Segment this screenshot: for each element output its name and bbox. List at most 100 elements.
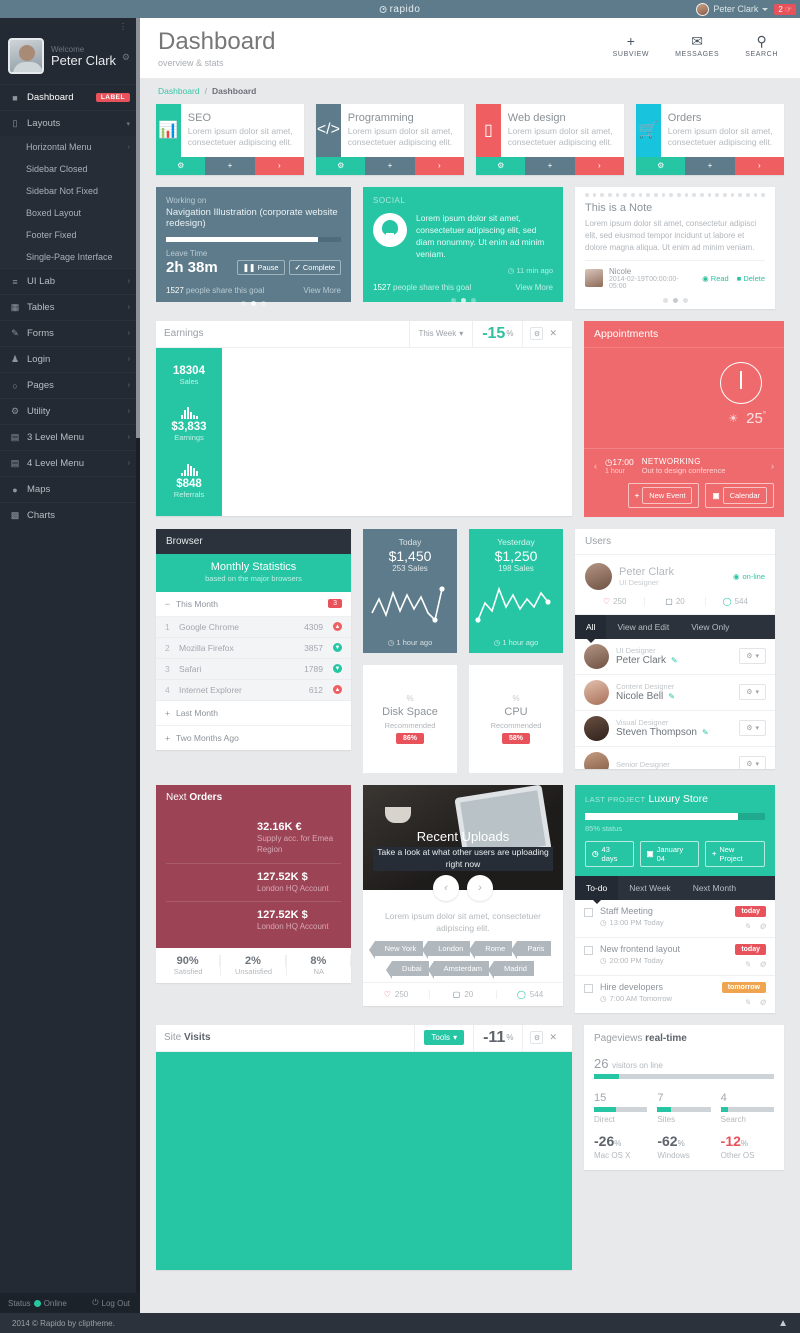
carousel-dots[interactable] [166, 300, 341, 306]
row-settings-button[interactable]: ⚙ ▾ [739, 684, 766, 701]
table-row[interactable]: 2 Mozilla Firefox 3857 ▼ [156, 637, 351, 659]
close-icon[interactable]: ✕ [549, 328, 557, 339]
tab-view-and-edit[interactable]: View and Edit [606, 615, 680, 639]
sidebar-item-utility[interactable]: ⚙ Utility › [0, 398, 140, 424]
chevron-right-icon[interactable]: › [414, 156, 464, 175]
edit-icon[interactable]: ✎ [671, 656, 678, 665]
tile-programming[interactable]: </> Programming Lorem ipsum dolor sit am… [316, 104, 464, 175]
sidebar-item-dashboard[interactable]: ■ Dashboard LABEL [0, 84, 140, 110]
prev-icon[interactable]: ‹ [594, 461, 597, 471]
settings-icon[interactable]: ⚙ [156, 156, 206, 175]
view-more-link[interactable]: View More [303, 286, 341, 295]
sidebar-scrollbar[interactable] [136, 18, 140, 1313]
accordion-two-months-ago[interactable]: + Two Months Ago [156, 726, 351, 750]
tools-button[interactable]: Tools ▾ [424, 1030, 465, 1046]
plus-icon[interactable]: + [205, 156, 255, 175]
accordion-this-month[interactable]: − This Month 3 [156, 592, 351, 617]
sidebar-item-charts[interactable]: ▩ Charts [0, 502, 140, 528]
new-event-button[interactable]: + New Event [627, 482, 700, 508]
table-row[interactable]: 1 Google Chrome 4309 ▲ [156, 616, 351, 638]
list-item[interactable]: Visual Designer Steven Thompson ✎ ⚙ ▾ [575, 711, 775, 747]
order-item[interactable]: 127.52K $ London HQ Account [166, 864, 341, 903]
range-selector[interactable]: This Week ▾ [408, 320, 473, 347]
tag[interactable]: Paris [511, 940, 552, 959]
brand-logo[interactable]: rapido [379, 4, 421, 15]
table-row[interactable]: 4 Internet Explorer 612 ▲ [156, 679, 351, 701]
sidebar-subitem-boxed-layout[interactable]: Boxed Layout [0, 202, 140, 224]
todo-item[interactable]: New frontend layout ◷ 20:00 PM Today toda… [575, 938, 775, 976]
search-button[interactable]: ⚲ SEARCH [745, 34, 778, 58]
scroll-top-button[interactable]: ▲ [778, 1318, 788, 1329]
sidebar-profile[interactable]: Welcome Peter Clark ⚙ [0, 32, 140, 84]
row-settings-button[interactable]: ⚙ ▾ [739, 720, 766, 737]
read-button[interactable]: ◉ Read [702, 274, 729, 283]
plus-icon[interactable]: + [525, 156, 575, 175]
gear-icon[interactable]: ⚙ [122, 52, 130, 63]
chevron-right-icon[interactable]: › [574, 156, 624, 175]
close-icon[interactable]: ✕ [549, 1032, 557, 1043]
row-settings-button[interactable]: ⚙ ▾ [739, 648, 766, 665]
tag[interactable]: Dubai [386, 960, 429, 979]
tile-web-design[interactable]: ▯ Web design Lorem ipsum dolor sit amet,… [476, 104, 624, 175]
table-row[interactable]: 3 Safari 1789 ▼ [156, 658, 351, 680]
tag[interactable]: London [422, 940, 471, 959]
chevron-right-icon[interactable]: › [734, 156, 784, 175]
sidebar-subitem-sidebar-closed[interactable]: Sidebar Closed [0, 158, 140, 180]
tab-all[interactable]: All [575, 614, 607, 643]
carousel-dots[interactable] [585, 297, 765, 303]
edit-icon[interactable]: ✎ [744, 960, 751, 969]
settings-icon[interactable]: ⚙ [530, 327, 544, 341]
sidebar-item-tables[interactable]: ▦ Tables › [0, 294, 140, 320]
list-item[interactable]: UI Designer Peter Clark ✎ ⚙ ▾ [575, 639, 775, 675]
pause-button[interactable]: ❚❚ Pause [236, 259, 285, 275]
edit-icon[interactable]: ✎ [744, 922, 751, 931]
accordion-last-month[interactable]: + Last Month [156, 701, 351, 726]
sidebar-item-login[interactable]: ♟ Login › [0, 346, 140, 372]
logout-button[interactable]: ⏻ Log Out [92, 1298, 140, 1308]
delete-button[interactable]: ■ Delete [737, 274, 765, 283]
settings-icon[interactable]: ⚙ [476, 156, 526, 175]
subview-button[interactable]: + SUBVIEW [613, 34, 649, 58]
sidebar-item-3-level-menu[interactable]: ▤ 3 Level Menu › [0, 424, 140, 450]
sidebar-subitem-horizontal-menu[interactable]: Horizontal Menu › [0, 136, 140, 158]
tile-seo[interactable]: 📊 SEO Lorem ipsum dolor sit amet, consec… [156, 104, 304, 175]
view-more-link[interactable]: View More [515, 283, 553, 292]
settings-icon[interactable]: ⚙ [530, 1031, 544, 1045]
todo-item[interactable]: Hire developers ◷ 7:00 AM Tomorrow tomorr… [575, 976, 775, 1013]
settings-icon[interactable]: ⚙ [316, 156, 366, 175]
order-item[interactable]: 32.16K € Supply acc. for Emea Region [166, 814, 341, 864]
trash-icon[interactable]: ⚙ [759, 922, 766, 931]
tag[interactable]: Amsterdam [427, 960, 489, 979]
checkbox[interactable] [584, 945, 593, 955]
sidebar-item-maps[interactable]: ● Maps [0, 476, 140, 502]
checkbox[interactable] [584, 983, 593, 993]
sidebar-subitem-sidebar-not-fixed[interactable]: Sidebar Not Fixed [0, 180, 140, 202]
plus-icon[interactable]: + [365, 156, 415, 175]
sidebar-item-pages[interactable]: ○ Pages › [0, 372, 140, 398]
breadcrumb-root[interactable]: Dashboard [158, 86, 200, 96]
prev-icon[interactable]: ‹ [433, 874, 459, 901]
order-item[interactable]: 127.52K $ London HQ Account [166, 902, 341, 940]
sidebar-item-4-level-menu[interactable]: ▤ 4 Level Menu › [0, 450, 140, 476]
sidebar-subitem-footer-fixed[interactable]: Footer Fixed [0, 224, 140, 246]
sidebar-item-forms[interactable]: ✎ Forms › [0, 320, 140, 346]
tab-next-week[interactable]: Next Week [618, 876, 681, 900]
settings-icon[interactable]: ⚙ [636, 156, 686, 175]
sidebar-subitem-single-page[interactable]: Single-Page Interface [0, 246, 140, 268]
next-icon[interactable]: › [467, 874, 493, 901]
next-icon[interactable]: › [771, 461, 774, 471]
notifications-button[interactable]: 2 ☞ [774, 3, 796, 15]
tag[interactable]: New York [368, 940, 424, 959]
row-settings-button[interactable]: ⚙ ▾ [739, 756, 766, 769]
messages-button[interactable]: ✉ MESSAGES [675, 34, 719, 58]
sidebar-item-layouts[interactable]: ▯ Layouts ▾ [0, 110, 140, 136]
calendar-button[interactable]: ▣ Calendar [705, 482, 774, 508]
list-item[interactable]: Content Designer Nicole Bell ✎ ⚙ ▾ [575, 675, 775, 711]
tab-todo[interactable]: To-do [575, 875, 619, 904]
todo-item[interactable]: Staff Meeting ◷ 13:00 PM Today today ✎ ⚙ [575, 900, 775, 938]
new-project-button[interactable]: + New Project [704, 840, 765, 867]
list-item[interactable]: Senior Designer ⚙ ▾ [575, 747, 775, 769]
trash-icon[interactable]: ⚙ [759, 998, 766, 1007]
edit-icon[interactable]: ✎ [702, 728, 709, 737]
tile-orders[interactable]: 🛒 Orders Lorem ipsum dolor sit amet, con… [636, 104, 784, 175]
